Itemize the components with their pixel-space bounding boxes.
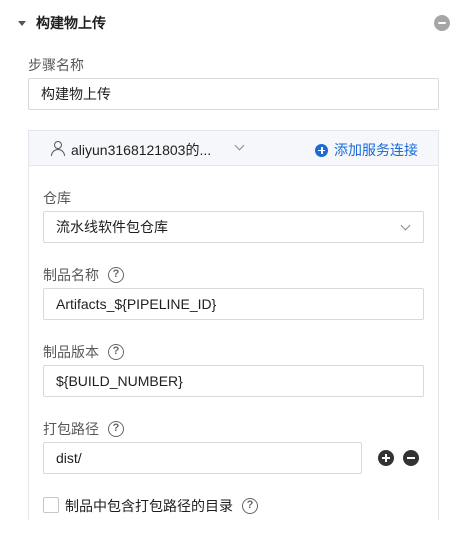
repository-select[interactable]: 流水线软件包仓库 [43, 211, 424, 243]
remove-step-icon[interactable] [434, 15, 450, 31]
artifact-version-label: 制品版本 ? [43, 342, 124, 362]
repository-value: 流水线软件包仓库 [56, 219, 168, 235]
help-icon[interactable]: ? [108, 267, 124, 283]
add-service-connection-label: 添加服务连接 [334, 142, 418, 158]
package-path-value: dist/ [56, 450, 82, 466]
help-icon[interactable]: ? [108, 344, 124, 360]
repository-label-text: 仓库 [43, 190, 71, 206]
include-dir-checkbox[interactable] [43, 497, 59, 513]
step-name-input[interactable]: 构建物上传 [28, 78, 439, 110]
artifact-name-label-text: 制品名称 [43, 267, 99, 283]
artifact-name-input[interactable]: Artifacts_${PIPELINE_ID} [43, 288, 424, 320]
chevron-down-icon[interactable] [234, 140, 245, 151]
collapse-caret-icon[interactable] [18, 20, 26, 26]
include-dir-label: 制品中包含打包路径的目录 ? [65, 496, 258, 516]
plus-circle-icon [315, 143, 328, 157]
step-name-value: 构建物上传 [41, 86, 111, 102]
step-name-label-text: 步骤名称 [28, 57, 84, 73]
package-path-input[interactable]: dist/ [43, 442, 362, 474]
help-icon[interactable]: ? [242, 498, 258, 514]
add-path-button[interactable] [378, 450, 394, 466]
add-service-connection-button[interactable]: 添加服务连接 [315, 140, 418, 160]
section-header[interactable]: 构建物上传 [16, 12, 456, 34]
package-path-label: 打包路径 ? [43, 419, 124, 439]
package-path-label-text: 打包路径 [43, 421, 99, 437]
remove-path-button[interactable] [403, 450, 419, 466]
section-title: 构建物上传 [36, 15, 106, 31]
service-connection-select[interactable]: aliyun3168121803的... [71, 140, 211, 160]
chevron-down-icon [400, 220, 411, 231]
artifact-name-label: 制品名称 ? [43, 265, 124, 285]
artifact-version-value: ${BUILD_NUMBER} [56, 373, 183, 389]
connection-header: aliyun3168121803的... 添加服务连接 [29, 131, 438, 166]
artifact-name-value: Artifacts_${PIPELINE_ID} [56, 296, 217, 312]
repository-label: 仓库 [43, 188, 71, 208]
include-dir-label-text: 制品中包含打包路径的目录 [65, 498, 233, 514]
artifact-version-input[interactable]: ${BUILD_NUMBER} [43, 365, 424, 397]
help-icon[interactable]: ? [108, 421, 124, 437]
step-name-label: 步骤名称 [28, 55, 84, 75]
artifact-version-label-text: 制品版本 [43, 344, 99, 360]
user-icon [51, 141, 65, 156]
